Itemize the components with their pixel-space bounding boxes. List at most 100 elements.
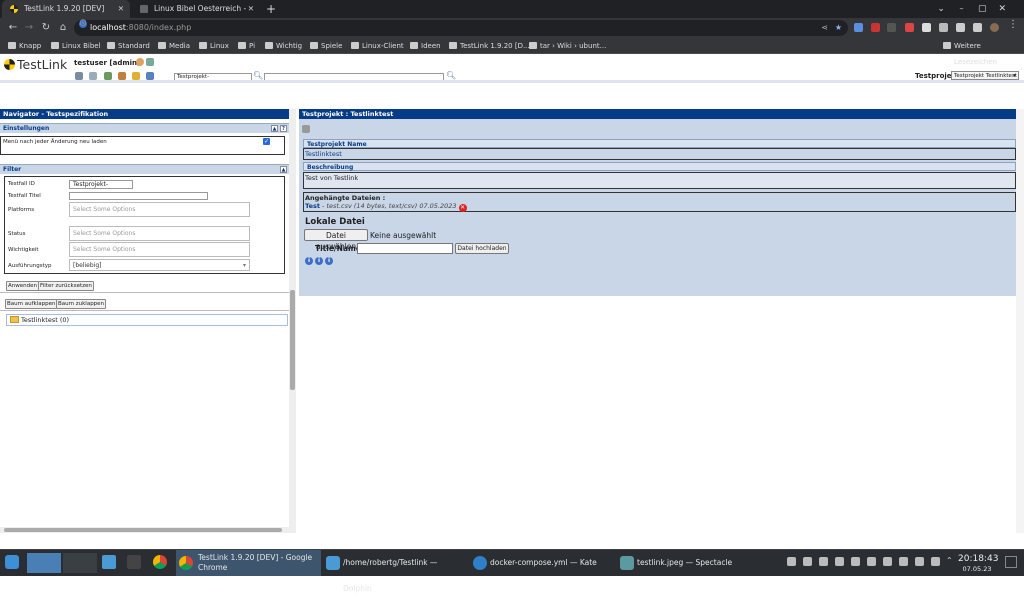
- tray-icon[interactable]: [851, 557, 860, 566]
- window-controls-icon[interactable]: ⌄﹣▢✕: [937, 0, 1018, 18]
- search-icon[interactable]: 🔍︎: [253, 71, 263, 80]
- extension-icon[interactable]: [871, 23, 880, 32]
- back-icon[interactable]: ←: [6, 18, 20, 38]
- testspec-icon[interactable]: [89, 72, 97, 80]
- scrollbar-thumb[interactable]: [290, 290, 295, 390]
- info-icon[interactable]: i: [315, 257, 323, 265]
- help-icon[interactable]: ?: [280, 125, 287, 132]
- execute-icon[interactable]: [132, 72, 140, 80]
- terminal-icon[interactable]: [127, 555, 141, 569]
- tray-icon[interactable]: [803, 557, 812, 566]
- tab-linux-bibel[interactable]: Linux Bibel Oesterreich - Neu ✕: [132, 0, 260, 31]
- collapse-icon[interactable]: ▲: [280, 166, 287, 173]
- address-bar[interactable]: ⓘ localhost:8080/index.php ★ ⋖: [74, 20, 848, 36]
- bookmark-item[interactable]: Spiele: [310, 38, 342, 54]
- events-icon[interactable]: [146, 72, 154, 80]
- bookmark-other[interactable]: Weitere Lesezeichen: [943, 38, 1024, 66]
- search-icon[interactable]: 🔍︎: [446, 71, 456, 80]
- tab-testlink[interactable]: TestLink 1.9.20 [DEV] ✕: [2, 0, 130, 18]
- bookmark-item[interactable]: Wichtig: [265, 38, 302, 54]
- testfall-id-input[interactable]: Testprojekt-: [69, 180, 133, 189]
- bookmark-item[interactable]: Linux Bibel: [51, 38, 101, 54]
- clipboard-icon[interactable]: [867, 557, 876, 566]
- share-icon[interactable]: ⋖: [821, 20, 828, 36]
- taskbar-item-kate[interactable]: docker-compose.yml — Kate: [470, 550, 613, 576]
- ausfuehrungstyp-select[interactable]: [beliebig] ▾: [69, 259, 250, 271]
- testfall-titel-input[interactable]: [69, 192, 208, 200]
- menu-kebab-icon[interactable]: ⋮: [1008, 19, 1018, 30]
- delete-attachment-icon[interactable]: ✕: [458, 204, 467, 212]
- tree-node-root[interactable]: Testlinktest (0): [6, 314, 288, 326]
- desktop-icon[interactable]: [75, 72, 83, 80]
- extension-icon[interactable]: [854, 23, 863, 32]
- home-icon[interactable]: ⌂: [56, 18, 70, 38]
- collapse-icon[interactable]: ▲: [271, 125, 278, 132]
- chrome-icon[interactable]: [153, 555, 167, 569]
- reload-icon[interactable]: ↻: [39, 18, 53, 38]
- platforms-multiselect[interactable]: Select Some Options: [69, 202, 250, 217]
- clock[interactable]: 20:18:43 07.05.23: [958, 554, 998, 574]
- bookmark-item[interactable]: Media: [158, 38, 190, 54]
- forward-icon[interactable]: →: [22, 18, 36, 38]
- reload-menu-checkbox[interactable]: ✓: [263, 138, 270, 145]
- site-info-icon[interactable]: ⓘ: [79, 20, 87, 28]
- attachment-link[interactable]: Test: [305, 202, 320, 210]
- taskbar-item-chrome[interactable]: TestLink 1.9.20 [DEV] - Google Chrome: [176, 550, 321, 576]
- bookmark-item[interactable]: tar › Wiki › ubunt...: [529, 38, 606, 54]
- bookmark-item[interactable]: Linux: [199, 38, 229, 54]
- info-icon[interactable]: i: [305, 257, 313, 265]
- extension-icon[interactable]: [922, 23, 931, 32]
- main-vertical-scrollbar[interactable]: [1016, 109, 1024, 533]
- title-name-input[interactable]: [357, 243, 453, 254]
- extensions-puzzle-icon[interactable]: [956, 23, 965, 32]
- steam-icon[interactable]: [835, 557, 844, 566]
- choose-file-button[interactable]: Datei auswählen: [304, 229, 368, 251]
- print-icon[interactable]: [302, 125, 310, 133]
- files-icon[interactable]: [102, 555, 116, 569]
- app-launcher-icon[interactable]: [5, 555, 19, 569]
- new-tab-icon[interactable]: +: [266, 0, 276, 18]
- bookmark-item[interactable]: Linux-Client: [351, 38, 404, 54]
- scrollbar-thumb[interactable]: [4, 528, 282, 532]
- bookmark-item[interactable]: Ideen: [410, 38, 441, 54]
- testlink-logo[interactable]: TestLink: [4, 57, 67, 72]
- requirements-icon[interactable]: [104, 72, 112, 80]
- virtual-desktop-1[interactable]: [27, 553, 61, 573]
- profile-avatar[interactable]: [990, 23, 999, 32]
- bookmark-item[interactable]: TestLink 1.9.20 [D...: [449, 38, 530, 54]
- taskbar-item-dolphin[interactable]: /home/robertg/Testlink — Dolphin: [323, 550, 466, 593]
- logout-icon[interactable]: [146, 58, 154, 66]
- upload-file-button[interactable]: Datei hochladen: [455, 243, 509, 254]
- extension-icon[interactable]: [939, 23, 948, 32]
- wichtigkeit-multiselect[interactable]: Select Some Options: [69, 242, 250, 257]
- volume-icon[interactable]: [915, 557, 924, 566]
- bookmark-star-icon[interactable]: ★: [835, 20, 842, 36]
- close-tab-icon[interactable]: ✕: [118, 0, 124, 18]
- extension-icon[interactable]: [905, 23, 914, 32]
- testprojekt-select[interactable]: Testprojekt Testlinktest ▾: [951, 71, 1019, 80]
- bluetooth-icon[interactable]: [883, 557, 892, 566]
- network-icon[interactable]: [931, 557, 940, 566]
- info-icon[interactable]: i: [325, 257, 333, 265]
- close-tab-icon[interactable]: ✕: [248, 0, 254, 18]
- extension-icon[interactable]: [887, 23, 896, 32]
- settings-section-header[interactable]: Einstellungen ▲ ?: [0, 123, 289, 133]
- tray-icon[interactable]: [819, 557, 828, 566]
- expand-tree-button[interactable]: Baum aufklappen: [5, 299, 58, 309]
- apply-filter-button[interactable]: Anwenden: [6, 281, 39, 291]
- bookmark-item[interactable]: Standard: [107, 38, 150, 54]
- side-panel-icon[interactable]: [973, 23, 982, 32]
- bookmark-item[interactable]: Pi: [238, 38, 255, 54]
- updates-icon[interactable]: [899, 557, 908, 566]
- user-icon[interactable]: [136, 58, 144, 66]
- show-desktop-icon[interactable]: [1005, 556, 1017, 568]
- taskbar-item-spectacle[interactable]: testlink.jpeg — Spectacle: [617, 550, 760, 576]
- status-multiselect[interactable]: Select Some Options: [69, 226, 250, 241]
- virtual-desktop-2[interactable]: [63, 553, 97, 573]
- collapse-tree-button[interactable]: Baum zuklappen: [56, 299, 107, 309]
- tray-expand-icon[interactable]: ⌃: [946, 556, 953, 565]
- tray-icon[interactable]: [787, 557, 796, 566]
- filter-section-header[interactable]: Filter ▲: [0, 164, 289, 174]
- reset-filter-button[interactable]: Filter zurücksetzen: [38, 281, 94, 291]
- bookmark-item[interactable]: Knapp: [8, 38, 41, 54]
